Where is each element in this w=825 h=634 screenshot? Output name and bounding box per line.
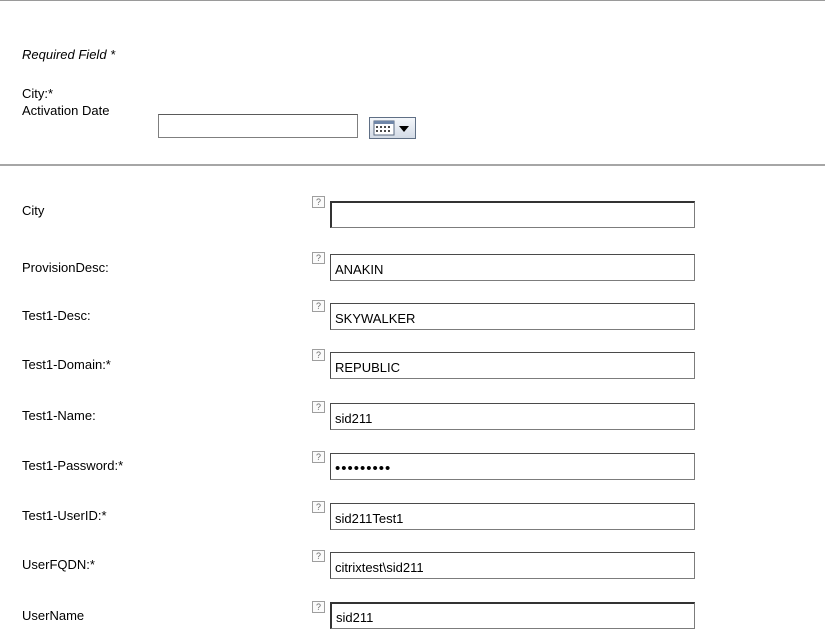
help-question-icon[interactable]: ? xyxy=(312,196,325,208)
test1-password-label: Test1-Password:* xyxy=(22,458,124,473)
activation-date-label: Activation Date xyxy=(22,103,110,118)
user-fqdn-label: UserFQDN:* xyxy=(22,557,95,572)
help-question-icon[interactable]: ? xyxy=(312,451,325,463)
test1-desc-input[interactable] xyxy=(330,303,695,330)
provision-desc-label: ProvisionDesc: xyxy=(22,260,109,275)
city-label: City xyxy=(22,203,45,218)
calendar-dropdown-icon xyxy=(373,120,409,136)
calendar-button[interactable] xyxy=(369,117,416,139)
test1-desc-label: Test1-Desc: xyxy=(22,308,91,323)
provision-desc-input[interactable] xyxy=(330,254,695,281)
test1-domain-input[interactable] xyxy=(330,352,695,379)
test1-userid-input[interactable] xyxy=(330,503,695,530)
help-question-icon[interactable]: ? xyxy=(312,601,325,613)
top-divider xyxy=(0,0,825,1)
help-question-icon[interactable]: ? xyxy=(312,401,325,413)
required-field-note: Required Field * xyxy=(22,47,116,62)
activation-date-input[interactable] xyxy=(158,114,358,138)
city-label-top: City:* xyxy=(22,86,54,101)
help-question-icon[interactable]: ? xyxy=(312,501,325,513)
help-question-icon[interactable]: ? xyxy=(312,349,325,361)
test1-name-input[interactable] xyxy=(330,403,695,430)
username-input[interactable] xyxy=(330,602,695,629)
help-question-icon[interactable]: ? xyxy=(312,252,325,264)
user-fqdn-input[interactable] xyxy=(330,552,695,579)
help-question-icon[interactable]: ? xyxy=(312,550,325,562)
test1-userid-label: Test1-UserID:* xyxy=(22,508,107,523)
city-input[interactable] xyxy=(330,201,695,228)
section-divider xyxy=(0,164,825,166)
test1-name-label: Test1-Name: xyxy=(22,408,96,423)
test1-domain-label: Test1-Domain:* xyxy=(22,357,111,372)
test1-password-input[interactable] xyxy=(330,453,695,480)
help-question-icon[interactable]: ? xyxy=(312,300,325,312)
username-label: UserName xyxy=(22,608,85,623)
